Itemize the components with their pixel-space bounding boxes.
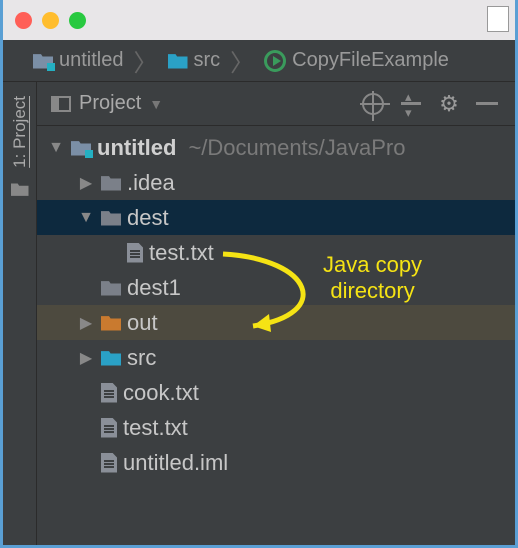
source-folder-icon (168, 53, 188, 69)
project-tool-tab[interactable]: 1: Project (10, 96, 30, 168)
tree-label: src (127, 345, 156, 371)
text-file-icon (101, 383, 117, 403)
project-panel: Project ▼ ▾ ⚙ untitled ~/Documents/JavaP… (37, 82, 515, 545)
java-class-icon (264, 50, 286, 72)
tool-window-gutter: 1: Project (3, 82, 37, 545)
collapse-all-button[interactable]: ▾ (397, 90, 425, 118)
breadcrumb-root-label: untitled (59, 49, 124, 72)
text-file-icon (101, 418, 117, 438)
expand-toggle[interactable] (77, 173, 95, 193)
chevron-down-icon: ▼ (149, 96, 163, 112)
folder-icon (101, 175, 121, 191)
tree-label: untitled.iml (123, 450, 228, 476)
project-view-icon (51, 96, 71, 112)
tree-item-dest-test[interactable]: test.txt (37, 235, 515, 270)
breadcrumb-src-label: src (194, 49, 221, 72)
source-folder-icon (101, 350, 121, 366)
tree-root[interactable]: untitled ~/Documents/JavaPro (37, 130, 515, 165)
tree-label: .idea (127, 170, 175, 196)
expand-toggle[interactable] (77, 209, 95, 227)
hide-panel-button[interactable] (473, 90, 501, 118)
window-titlebar (3, 0, 515, 40)
tree-item-dest1[interactable]: dest1 (37, 270, 515, 305)
expand-toggle[interactable] (77, 313, 95, 333)
tree-item-src[interactable]: src (37, 340, 515, 375)
close-window-button[interactable] (15, 12, 32, 29)
project-view-dropdown[interactable]: Project ▼ (51, 92, 163, 115)
tree-root-label: untitled (97, 135, 176, 161)
text-file-icon (127, 243, 143, 263)
tree-item-iml[interactable]: untitled.iml (37, 445, 515, 480)
structure-tool-icon[interactable] (11, 182, 29, 196)
tree-label: test.txt (123, 415, 188, 441)
tree-item-cook[interactable]: cook.txt (37, 375, 515, 410)
tree-label: test.txt (149, 240, 214, 266)
breadcrumb-root[interactable]: untitled (29, 49, 128, 72)
breadcrumb-separator: 〉 (230, 43, 254, 78)
breadcrumb-separator: 〉 (134, 43, 158, 78)
tree-item-dest[interactable]: dest (37, 200, 515, 235)
tree-label: dest1 (127, 275, 181, 301)
folder-icon (101, 210, 121, 226)
tree-label: dest (127, 205, 169, 231)
breadcrumb-file-label: CopyFileExample (292, 49, 449, 72)
tree-item-idea[interactable]: .idea (37, 165, 515, 200)
tree-item-test[interactable]: test.txt (37, 410, 515, 445)
project-view-label: Project (79, 92, 141, 115)
thumbnail-badge (487, 6, 509, 32)
expand-toggle[interactable] (77, 348, 95, 368)
breadcrumb-file[interactable]: CopyFileExample (260, 49, 453, 72)
tree-label: out (127, 310, 158, 336)
tree-root-path: ~/Documents/JavaPro (188, 135, 405, 161)
module-file-icon (101, 453, 117, 473)
module-folder-icon (33, 53, 53, 69)
expand-toggle[interactable] (47, 139, 65, 157)
settings-button[interactable]: ⚙ (435, 90, 463, 118)
folder-icon (101, 280, 121, 296)
project-tree: untitled ~/Documents/JavaPro .idea dest (37, 126, 515, 545)
tree-item-out[interactable]: out (37, 305, 515, 340)
zoom-window-button[interactable] (69, 12, 86, 29)
breadcrumb-src[interactable]: src (164, 49, 225, 72)
excluded-folder-icon (101, 315, 121, 331)
minimize-window-button[interactable] (42, 12, 59, 29)
breadcrumb-bar: untitled 〉 src 〉 CopyFileExample (3, 40, 515, 82)
module-folder-icon (71, 140, 91, 156)
ide-window: untitled 〉 src 〉 CopyFileExample 1: Proj… (0, 0, 518, 548)
project-toolbar: Project ▼ ▾ ⚙ (37, 82, 515, 126)
tree-label: cook.txt (123, 380, 199, 406)
select-opened-file-button[interactable] (359, 90, 387, 118)
